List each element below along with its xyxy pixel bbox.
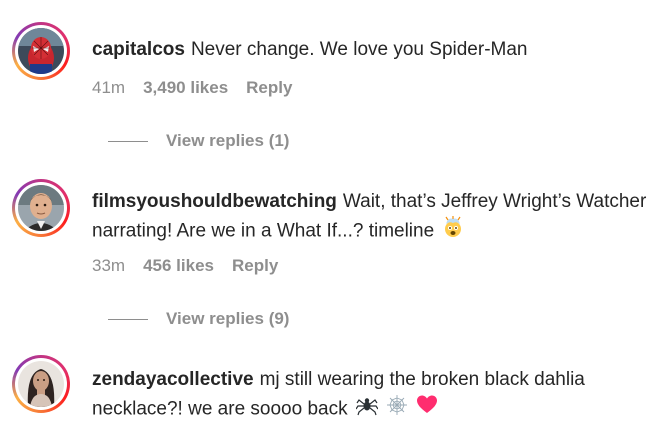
heart-icon xyxy=(416,394,438,425)
avatar-ring[interactable] xyxy=(12,22,70,80)
comment-text: filmsyoushouldbewatching Wait, that’s Jef… xyxy=(92,188,652,247)
avatar-ring[interactable] xyxy=(12,179,70,237)
view-replies-button[interactable]: View replies (1) xyxy=(108,131,289,151)
view-replies-label: View replies (9) xyxy=(166,309,290,328)
reply-button[interactable]: Reply xyxy=(232,256,278,276)
spider-web-icon xyxy=(386,394,408,425)
woman-avatar-icon xyxy=(18,361,64,407)
man-avatar-icon xyxy=(18,185,64,231)
comment-time: 33m xyxy=(92,256,126,275)
replies-divider xyxy=(108,140,148,142)
comment-time: 41m xyxy=(92,78,126,97)
exploding-head-icon xyxy=(442,216,464,247)
comment-meta: 41m 3,490 likes Reply xyxy=(92,78,310,98)
spider-icon xyxy=(355,394,379,425)
view-replies-button[interactable]: View replies (9) xyxy=(108,309,289,329)
comment-username[interactable]: capitalcos xyxy=(92,39,185,60)
replies-divider xyxy=(108,318,148,320)
reply-button[interactable]: Reply xyxy=(246,78,292,98)
comment-username[interactable]: zendayacollective xyxy=(92,369,254,390)
comment-text: capitalcos Never change. We love you Spid… xyxy=(92,36,652,64)
spiderman-avatar-icon xyxy=(18,28,64,74)
comment-likes[interactable]: 3,490 likes xyxy=(143,78,228,98)
comment-meta: 33m 456 likes Reply xyxy=(92,256,296,276)
comment-likes[interactable]: 456 likes xyxy=(143,256,214,276)
comment-text: zendayacollective mj still wearing the br… xyxy=(92,366,652,425)
comment-username[interactable]: filmsyoushouldbewatching xyxy=(92,191,337,212)
comment-body: Never change. We love you Spider-Man xyxy=(190,39,528,60)
view-replies-label: View replies (1) xyxy=(166,131,290,150)
avatar-ring[interactable] xyxy=(12,355,70,413)
